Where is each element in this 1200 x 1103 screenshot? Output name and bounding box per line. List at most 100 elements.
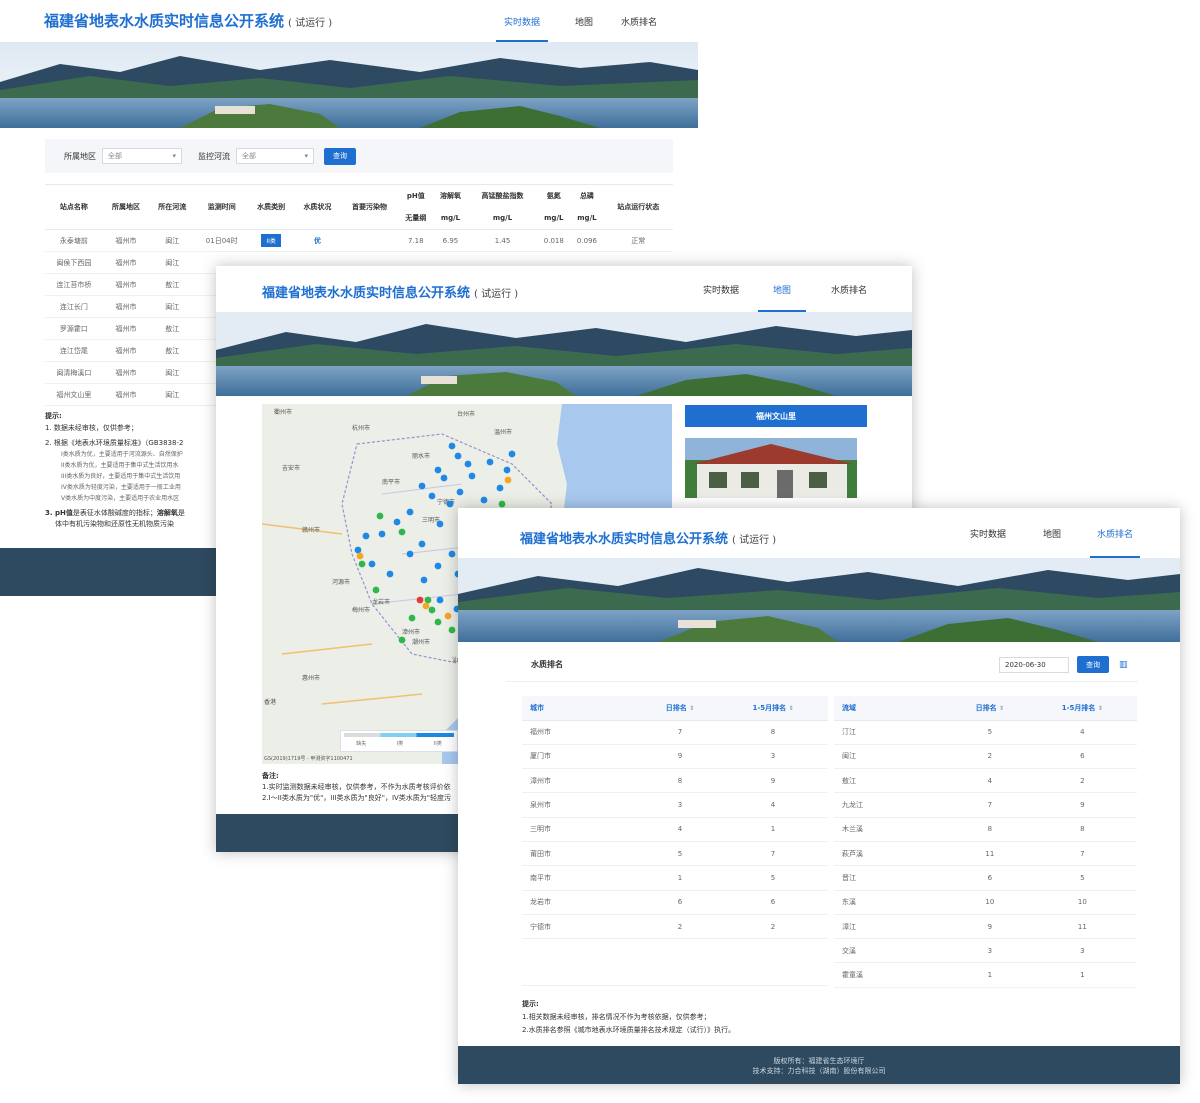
main-nav: 实时数据 地图 水质排名 <box>696 266 874 312</box>
banner-image <box>458 558 1180 642</box>
station-marker[interactable] <box>436 596 444 604</box>
station-marker[interactable] <box>416 596 424 604</box>
station-marker[interactable] <box>418 482 426 490</box>
map-city-label: 台州市 <box>457 410 475 418</box>
cell-city: 龙岩市 <box>522 890 642 915</box>
station-marker[interactable] <box>503 466 511 474</box>
query-button[interactable]: 查询 <box>324 147 356 165</box>
station-marker[interactable] <box>406 550 414 558</box>
station-marker[interactable] <box>468 472 476 480</box>
tab-ranking[interactable]: 水质排名 <box>614 0 664 42</box>
sort-icon: ⇕ <box>788 704 794 712</box>
col-pollutant: 首要污染物 <box>340 184 399 230</box>
station-marker[interactable] <box>480 496 488 504</box>
station-marker[interactable] <box>428 492 436 500</box>
station-marker[interactable] <box>448 626 456 634</box>
station-marker[interactable] <box>358 560 366 568</box>
station-photo <box>685 438 857 498</box>
col-month-rank[interactable]: 1-5月排名 ⇕ <box>718 696 828 721</box>
table-row[interactable]: 永泰塘前 福州市 闽江 01日04时 II类 优 7.18 6.95 1.45 … <box>45 229 673 252</box>
cell-do: 6.95 <box>433 229 468 252</box>
ranking-query-button[interactable]: 查询 <box>1077 656 1109 673</box>
station-marker[interactable] <box>456 488 464 496</box>
cell-river: 汀江 <box>834 720 952 745</box>
col-day-rank[interactable]: 日排名 ⇕ <box>642 696 719 721</box>
station-marker[interactable] <box>393 518 401 526</box>
station-marker[interactable] <box>418 540 426 548</box>
station-marker[interactable] <box>446 500 454 508</box>
cell-day-rank: 10 <box>952 890 1028 915</box>
cell-river: 九龙江 <box>834 792 952 818</box>
station-marker[interactable] <box>504 476 512 484</box>
station-marker[interactable] <box>398 528 406 536</box>
station-marker[interactable] <box>508 450 516 458</box>
col-time: 监测时间 <box>195 184 249 230</box>
tab-map[interactable]: 地图 <box>1032 508 1072 558</box>
map-copyright: GS(2019)1719号 - 甲测资字1100471 <box>264 756 353 762</box>
tab-ranking[interactable]: 水质排名 <box>1090 508 1140 558</box>
station-marker[interactable] <box>496 484 504 492</box>
station-marker[interactable] <box>440 474 448 482</box>
tab-realtime[interactable]: 实时数据 <box>496 0 548 42</box>
station-marker[interactable] <box>486 458 494 466</box>
tab-map[interactable]: 地图 <box>554 0 614 42</box>
table-row: 漳州市 8 9 <box>522 768 828 794</box>
realtime-tips: 提示: 1. 数据未经审核，仅供参考； 2. 根据《地表水环境质量标准》（GB3… <box>45 412 185 528</box>
station-marker[interactable] <box>436 520 444 528</box>
station-marker[interactable] <box>498 500 506 508</box>
station-marker[interactable] <box>386 570 394 578</box>
station-marker[interactable] <box>428 606 436 614</box>
station-marker[interactable] <box>448 550 456 558</box>
chart-icon[interactable]: ▥ <box>1119 660 1128 670</box>
table-row: 交溪 3 3 <box>834 938 1137 964</box>
cell-tp: 0.096 <box>570 229 604 252</box>
cell-day-rank: 4 <box>642 817 719 842</box>
station-marker[interactable] <box>362 532 370 540</box>
table-row: 三明市 4 1 <box>522 817 828 842</box>
station-marker[interactable] <box>372 586 380 594</box>
station-marker[interactable] <box>398 636 406 644</box>
cell-region: 福州市 <box>102 383 150 406</box>
station-marker[interactable] <box>422 602 430 610</box>
col-day-rank[interactable]: 日排名 ⇕ <box>952 696 1028 721</box>
tab-realtime[interactable]: 实时数据 <box>964 508 1012 558</box>
tab-map[interactable]: 地图 <box>758 266 806 312</box>
table-row: 晋江 6 5 <box>834 865 1137 891</box>
station-marker[interactable] <box>454 452 462 460</box>
station-marker[interactable] <box>434 466 442 474</box>
cell-region: 福州市 <box>102 229 150 252</box>
station-marker[interactable] <box>420 576 428 584</box>
footer-copyright: 版权所有：福建省生态环境厅 <box>773 1057 865 1065</box>
map-city-label: 梅州市 <box>352 606 370 614</box>
region-select[interactable]: 全部 ▾ <box>102 148 182 164</box>
ranking-toolbar: 水质排名 2020-06-30 查询 ▥ <box>506 648 1138 682</box>
river-select[interactable]: 全部 ▾ <box>236 148 314 164</box>
station-marker[interactable] <box>448 442 456 450</box>
map-city-label: 衢州市 <box>274 408 292 416</box>
chevron-down-icon: ▾ <box>172 152 176 160</box>
map-city-label: 香港 <box>264 698 276 706</box>
station-marker[interactable] <box>434 618 442 626</box>
station-marker[interactable] <box>424 596 432 604</box>
station-marker[interactable] <box>406 508 414 516</box>
station-marker[interactable] <box>464 460 472 468</box>
cell-river: 闽江 <box>834 744 952 770</box>
ranking-tips: 提示: 1.相关数据未经审核，排名情况不作为考核依据，仅供参考； 2.水质排名参… <box>522 1000 736 1034</box>
station-marker[interactable] <box>354 546 362 554</box>
tab-realtime[interactable]: 实时数据 <box>696 266 746 312</box>
station-marker[interactable] <box>376 512 384 520</box>
station-marker[interactable] <box>444 612 452 620</box>
col-month-rank[interactable]: 1-5月排名 ⇕ <box>1027 696 1137 721</box>
cell-day-rank: 1 <box>642 865 719 891</box>
station-marker[interactable] <box>434 562 442 570</box>
station-marker[interactable] <box>368 560 376 568</box>
cell-month-rank: 9 <box>1027 792 1137 818</box>
cell-river: 敖江 <box>149 273 196 296</box>
cell-day-rank: 4 <box>952 768 1028 794</box>
station-marker[interactable] <box>378 530 386 538</box>
tab-ranking[interactable]: 水质排名 <box>824 266 874 312</box>
date-input[interactable]: 2020-06-30 <box>999 656 1069 673</box>
station-marker[interactable] <box>408 614 416 622</box>
banner-image <box>216 312 912 396</box>
station-marker[interactable] <box>356 552 364 560</box>
